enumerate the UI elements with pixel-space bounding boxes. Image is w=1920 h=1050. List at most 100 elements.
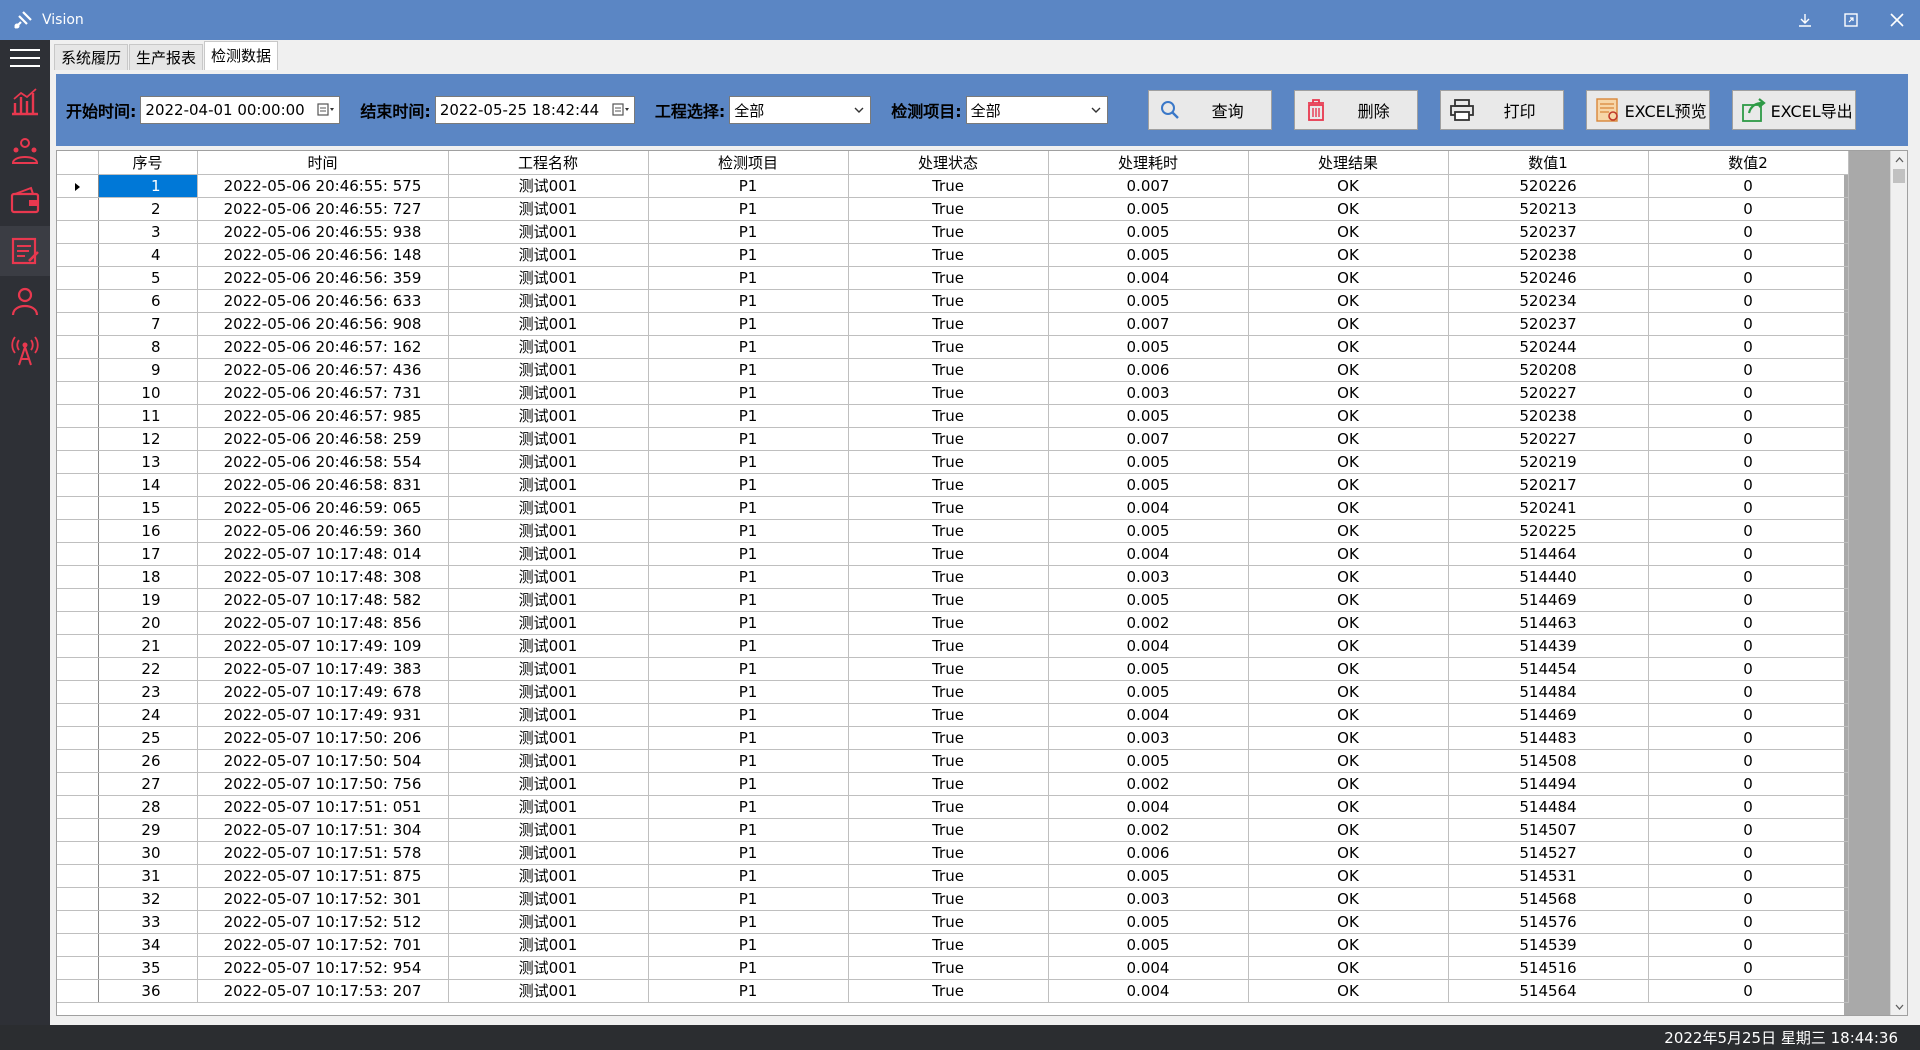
table-cell[interactable]: OK bbox=[1248, 795, 1449, 819]
row-header[interactable] bbox=[57, 749, 99, 773]
table-cell[interactable]: P1 bbox=[648, 910, 849, 934]
table-cell[interactable]: True bbox=[848, 289, 1049, 313]
table-cell[interactable]: 0 bbox=[1648, 864, 1849, 888]
table-cell[interactable]: 0 bbox=[1648, 496, 1849, 520]
table-cell[interactable]: 520238 bbox=[1448, 404, 1649, 428]
row-header[interactable] bbox=[57, 588, 99, 612]
table-cell[interactable]: 2022-05-06 20:46:56: 633 bbox=[197, 289, 449, 313]
table-cell[interactable]: 2022-05-06 20:46:56: 908 bbox=[197, 312, 449, 336]
table-cell[interactable]: 0.004 bbox=[1048, 542, 1249, 566]
table-cell[interactable]: 0.005 bbox=[1048, 680, 1249, 704]
row-header[interactable] bbox=[57, 312, 99, 336]
table-cell[interactable]: True bbox=[848, 243, 1049, 267]
table-cell[interactable]: 8 bbox=[98, 335, 198, 359]
table-cell[interactable]: 514568 bbox=[1448, 887, 1649, 911]
table-cell[interactable]: 0.005 bbox=[1048, 588, 1249, 612]
table-row[interactable]: 26 2022-05-07 10:17:50: 504 测试001 P1 True 0.0… bbox=[57, 749, 1849, 773]
table-cell[interactable]: 34 bbox=[98, 933, 198, 957]
table-row[interactable]: 7 2022-05-06 20:46:56: 908 测试001 P1 True 0.00… bbox=[57, 312, 1849, 336]
table-cell[interactable]: 9 bbox=[98, 358, 198, 382]
table-cell[interactable]: 测试001 bbox=[448, 473, 649, 497]
table-cell[interactable]: 0.005 bbox=[1048, 243, 1249, 267]
table-row[interactable]: 27 2022-05-07 10:17:50: 756 测试001 P1 True 0.0… bbox=[57, 772, 1849, 796]
table-cell[interactable]: 514507 bbox=[1448, 818, 1649, 842]
table-cell[interactable]: 测试001 bbox=[448, 588, 649, 612]
table-cell[interactable]: 520246 bbox=[1448, 266, 1649, 290]
table-cell[interactable]: OK bbox=[1248, 565, 1449, 589]
table-cell[interactable]: 7 bbox=[98, 312, 198, 336]
table-cell[interactable]: True bbox=[848, 611, 1049, 635]
table-row[interactable]: 28 2022-05-07 10:17:51: 051 测试001 P1 True 0.0… bbox=[57, 795, 1849, 819]
table-cell[interactable]: 18 bbox=[98, 565, 198, 589]
row-header[interactable] bbox=[57, 703, 99, 727]
table-cell[interactable]: 2022-05-06 20:46:58: 554 bbox=[197, 450, 449, 474]
row-header[interactable] bbox=[57, 519, 99, 543]
tab-system-history[interactable]: 系统履历 bbox=[54, 44, 129, 70]
table-cell[interactable]: 6 bbox=[98, 289, 198, 313]
table-cell[interactable]: 0.007 bbox=[1048, 427, 1249, 451]
table-cell[interactable]: 514564 bbox=[1448, 979, 1649, 1003]
table-cell[interactable]: 520225 bbox=[1448, 519, 1649, 543]
table-cell[interactable]: 测试001 bbox=[448, 427, 649, 451]
row-header[interactable] bbox=[57, 358, 99, 382]
table-cell[interactable]: 测试001 bbox=[448, 312, 649, 336]
table-cell[interactable]: 测试001 bbox=[448, 496, 649, 520]
table-row[interactable]: 2 2022-05-06 20:46:55: 727 测试001 P1 True 0.00… bbox=[57, 197, 1849, 221]
table-row[interactable]: 9 2022-05-06 20:46:57: 436 测试001 P1 True 0.00… bbox=[57, 358, 1849, 382]
table-cell[interactable]: 12 bbox=[98, 427, 198, 451]
row-header[interactable] bbox=[57, 933, 99, 957]
chart-icon[interactable] bbox=[0, 76, 50, 126]
table-cell[interactable]: 2022-05-07 10:17:52: 512 bbox=[197, 910, 449, 934]
table-cell[interactable]: 0.005 bbox=[1048, 933, 1249, 957]
table-cell[interactable]: P1 bbox=[648, 335, 849, 359]
table-cell[interactable]: P1 bbox=[648, 496, 849, 520]
table-cell[interactable]: 520208 bbox=[1448, 358, 1649, 382]
table-cell[interactable]: 2022-05-06 20:46:57: 436 bbox=[197, 358, 449, 382]
table-cell[interactable]: 514531 bbox=[1448, 864, 1649, 888]
scroll-thumb[interactable] bbox=[1893, 169, 1905, 183]
row-header[interactable] bbox=[57, 266, 99, 290]
table-cell[interactable]: 0 bbox=[1648, 542, 1849, 566]
row-header[interactable] bbox=[57, 473, 99, 497]
column-header[interactable]: 数值2 bbox=[1648, 151, 1849, 175]
table-cell[interactable]: True bbox=[848, 473, 1049, 497]
table-cell[interactable]: 514463 bbox=[1448, 611, 1649, 635]
table-row[interactable]: 22 2022-05-07 10:17:49: 383 测试001 P1 True 0.0… bbox=[57, 657, 1849, 681]
column-header[interactable]: 检测项目 bbox=[648, 151, 849, 175]
table-cell[interactable]: 0.005 bbox=[1048, 864, 1249, 888]
row-header[interactable] bbox=[57, 289, 99, 313]
table-cell[interactable]: 14 bbox=[98, 473, 198, 497]
table-cell[interactable]: 0 bbox=[1648, 427, 1849, 451]
table-cell[interactable]: True bbox=[848, 703, 1049, 727]
row-header[interactable] bbox=[57, 726, 99, 750]
row-header[interactable] bbox=[57, 381, 99, 405]
table-cell[interactable]: True bbox=[848, 404, 1049, 428]
delete-button[interactable]: 删除 bbox=[1293, 90, 1418, 130]
table-row[interactable]: 25 2022-05-07 10:17:50: 206 测试001 P1 True 0.0… bbox=[57, 726, 1849, 750]
table-cell[interactable]: 2022-05-06 20:46:57: 162 bbox=[197, 335, 449, 359]
table-cell[interactable]: True bbox=[848, 841, 1049, 865]
table-cell[interactable]: 514576 bbox=[1448, 910, 1649, 934]
table-cell[interactable]: True bbox=[848, 496, 1049, 520]
row-header[interactable] bbox=[57, 956, 99, 980]
table-cell[interactable]: OK bbox=[1248, 680, 1449, 704]
table-cell[interactable]: P1 bbox=[648, 680, 849, 704]
table-row[interactable]: 36 2022-05-07 10:17:53: 207 测试001 P1 True 0.0… bbox=[57, 979, 1849, 1003]
table-cell[interactable]: 2022-05-07 10:17:48: 308 bbox=[197, 565, 449, 589]
table-cell[interactable]: P1 bbox=[648, 473, 849, 497]
table-cell[interactable]: 0.007 bbox=[1048, 312, 1249, 336]
row-header[interactable] bbox=[57, 634, 99, 658]
users-icon[interactable] bbox=[0, 126, 50, 176]
table-cell[interactable]: 10 bbox=[98, 381, 198, 405]
row-header[interactable] bbox=[57, 243, 99, 267]
table-cell[interactable]: 24 bbox=[98, 703, 198, 727]
table-cell[interactable]: 0 bbox=[1648, 197, 1849, 221]
table-row[interactable]: 13 2022-05-06 20:46:58: 554 测试001 P1 True 0.0… bbox=[57, 450, 1849, 474]
table-cell[interactable]: 测试001 bbox=[448, 956, 649, 980]
table-cell[interactable]: 0.005 bbox=[1048, 749, 1249, 773]
table-cell[interactable]: 29 bbox=[98, 818, 198, 842]
table-cell[interactable]: OK bbox=[1248, 243, 1449, 267]
table-cell[interactable]: True bbox=[848, 933, 1049, 957]
table-cell[interactable]: 11 bbox=[98, 404, 198, 428]
wallet-icon[interactable] bbox=[0, 176, 50, 226]
